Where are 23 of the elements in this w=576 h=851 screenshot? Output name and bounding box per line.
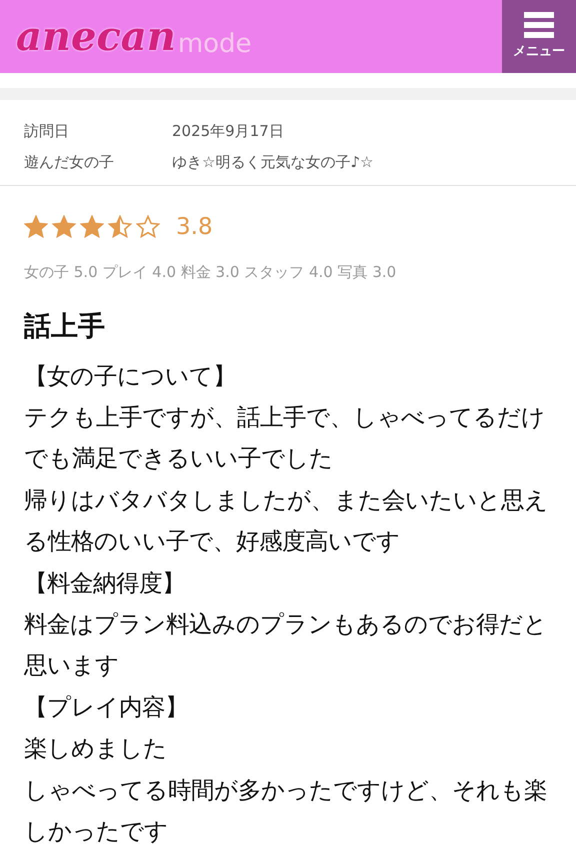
info-value: 2025年9月17日 xyxy=(172,121,284,142)
star-icon xyxy=(52,215,76,240)
half-star-icon xyxy=(108,215,132,240)
info-label: 訪問日 xyxy=(24,121,70,142)
review-text: 【料金納得度】 xyxy=(24,568,186,599)
info-value: ゆき☆明るく元気な女の子♪☆ xyxy=(172,152,374,172)
rating-score: 3.8 xyxy=(176,213,213,242)
review-text: 楽しめました xyxy=(24,733,168,764)
review-text: テクも上手ですが、話上手で、しゃべってるだけでも満足できるいい子でした xyxy=(24,402,546,474)
logo-subtitle: mode xyxy=(178,30,252,56)
review-text: しゃべってる時間が多かったですけど、それも楽しかったです xyxy=(24,774,548,847)
menu-icon xyxy=(524,12,554,38)
star-icon xyxy=(24,215,48,240)
empty-star-icon xyxy=(136,215,160,240)
star-icon xyxy=(80,215,104,240)
review-title: 話上手 xyxy=(24,310,106,344)
review-text: 料金はプラン料込みのプランもあるのでお得だと思います xyxy=(24,608,548,682)
menu-button[interactable]: メニュー xyxy=(502,0,576,73)
review-text: 帰りはバタバタしましたが、また会いたいと思える性格のいい子で、好感度高いです xyxy=(24,484,549,558)
review-text: 【女の子について】 xyxy=(24,360,237,392)
rating-breakdown: 女の子 5.0 プレイ 4.0 料金 3.0 スタッフ 4.0 写真 3.0 xyxy=(24,262,398,282)
review-text: 【プレイ内容】 xyxy=(24,692,189,723)
info-label: 遊んだ女の子 xyxy=(24,152,115,172)
